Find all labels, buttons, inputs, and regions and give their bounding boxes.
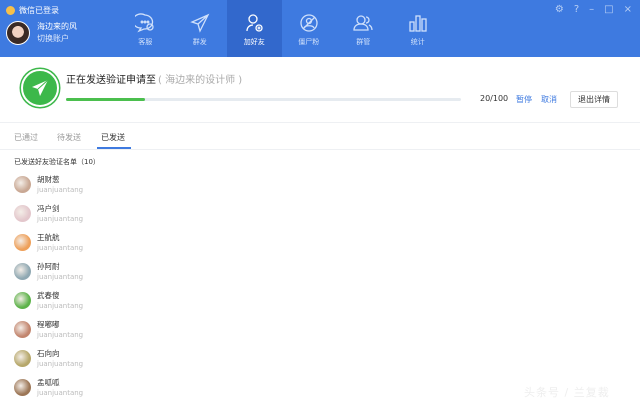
contact-id: juanjuantang: [37, 301, 84, 310]
send-status-icon: [21, 69, 59, 107]
nav-customer-service[interactable]: 客服: [118, 0, 173, 57]
nav-label: 加好友: [243, 38, 265, 46]
app-logo-icon: [6, 6, 15, 15]
status-tabs: 已通过 待发送 已发送: [0, 124, 640, 150]
list-header: 已发送好友验证名单（10）: [14, 158, 100, 166]
header-bar: 微信已登录 海边来的风切换账户 客服 群发 加好友 僵尸粉 群管 统计 ⚙ ? …: [0, 0, 640, 57]
exit-details-button[interactable]: 退出详情: [570, 91, 618, 108]
pause-link[interactable]: 暂停: [516, 94, 532, 105]
tab-sent[interactable]: 已发送: [101, 132, 125, 143]
progress-count: 20/100: [480, 94, 509, 103]
app-title-text: 微信已登录: [19, 6, 59, 15]
cancel-link[interactable]: 取消: [541, 94, 557, 105]
list-item[interactable]: 程嘟嘟 juanjuantang: [14, 315, 83, 344]
avatar: [14, 379, 31, 396]
user-profile: 海边来的风 切换账户: [6, 21, 77, 45]
contact-id: juanjuantang: [37, 185, 84, 194]
list-item[interactable]: 孙阿耐 juanjuantang: [14, 257, 83, 286]
add-user-icon: [246, 14, 263, 32]
contact-name: 孙阿耐: [37, 261, 60, 271]
contact-id: juanjuantang: [37, 359, 84, 368]
progress-bar: [66, 98, 461, 101]
contact-name: 冯户剑: [37, 203, 60, 213]
progress-target: ( 海边来的设计师 ): [158, 75, 243, 86]
progress-title: 正在发送验证申请至( 海边来的设计师 ): [66, 71, 242, 86]
nav-label: 群发: [192, 38, 207, 46]
avatar: [14, 350, 31, 367]
nav-label: 群管: [356, 38, 371, 46]
avatar: [14, 292, 31, 309]
contact-id: juanjuantang: [37, 388, 84, 397]
avatar: [14, 234, 31, 251]
contact-name: 程嘟嘟: [37, 319, 60, 329]
contact-id: juanjuantang: [37, 243, 84, 252]
zombie-fan-icon: [300, 14, 318, 32]
list-item[interactable]: 武春傻 juanjuantang: [14, 286, 83, 315]
avatar: [14, 321, 31, 338]
nav-label: 客服: [138, 38, 153, 46]
active-tab-indicator: [97, 147, 131, 149]
list-item[interactable]: 胡财葱 juanjuantang: [14, 170, 83, 199]
progress-fill: [66, 98, 145, 101]
contact-id: juanjuantang: [37, 330, 84, 339]
progress-title-text: 正在发送验证申请至: [66, 75, 156, 86]
settings-icon[interactable]: ⚙: [555, 4, 564, 15]
sent-list: 胡财葱 juanjuantang 冯户剑 juanjuantang 王航航 juanjua…: [14, 170, 83, 402]
nav-add-friend[interactable]: 加好友: [227, 0, 282, 57]
chat-bubble-icon: [135, 13, 154, 33]
nav-group-manage[interactable]: 群管: [336, 0, 391, 57]
list-item[interactable]: 王航航 juanjuantang: [14, 228, 83, 257]
avatar: [14, 205, 31, 222]
contact-name: 孟呱呱: [37, 377, 60, 387]
contact-id: juanjuantang: [37, 272, 84, 281]
sending-progress-panel: 正在发送验证申请至( 海边来的设计师 ) 20/100 暂停 取消 退出详情: [0, 57, 640, 123]
help-icon[interactable]: ?: [574, 4, 579, 15]
nav-statistics[interactable]: 统计: [391, 0, 446, 57]
bar-chart-icon: [409, 15, 427, 32]
contact-id: juanjuantang: [37, 214, 84, 223]
paper-plane-icon: [32, 79, 49, 96]
list-item[interactable]: 冯户剑 juanjuantang: [14, 199, 83, 228]
contact-name: 武春傻: [37, 290, 60, 300]
contact-name: 石向向: [37, 348, 60, 358]
contact-name: 王航航: [37, 232, 60, 242]
contact-name: 胡财葱: [37, 174, 60, 184]
maximize-button[interactable]: □: [604, 4, 613, 15]
user-name: 海边来的风: [37, 22, 77, 31]
app-title: 微信已登录: [6, 5, 59, 16]
avatar[interactable]: [6, 21, 30, 45]
nav-label: 僵尸粉: [298, 38, 320, 46]
avatar: [14, 176, 31, 193]
tab-passed[interactable]: 已通过: [14, 132, 38, 143]
window-controls: ⚙ ? – □ ×: [555, 4, 632, 15]
switch-account-link[interactable]: 切换账户: [37, 33, 77, 45]
paper-plane-icon: [189, 13, 210, 33]
group-icon: [353, 15, 373, 31]
nav-label: 统计: [410, 38, 425, 46]
tab-pending[interactable]: 待发送: [57, 132, 81, 143]
avatar: [14, 263, 31, 280]
nav-mass-send[interactable]: 群发: [173, 0, 228, 57]
nav-zombie-fans[interactable]: 僵尸粉: [282, 0, 337, 57]
minimize-button[interactable]: –: [589, 4, 594, 15]
main-nav: 客服 群发 加好友 僵尸粉 群管 统计: [118, 0, 445, 57]
close-button[interactable]: ×: [624, 4, 632, 15]
list-item[interactable]: 孟呱呱 juanjuantang: [14, 373, 83, 402]
watermark: 头条号 / 兰复裁: [524, 386, 610, 399]
list-item[interactable]: 石向向 juanjuantang: [14, 344, 83, 373]
